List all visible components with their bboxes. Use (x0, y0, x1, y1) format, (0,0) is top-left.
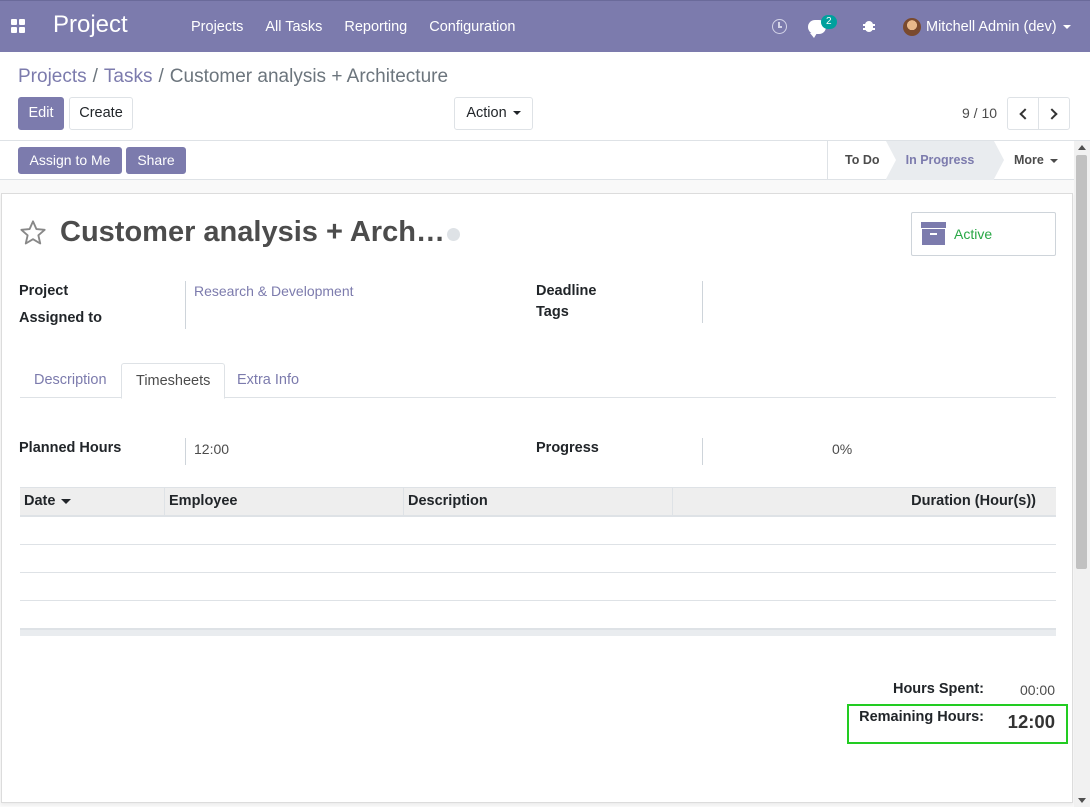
menu-all-tasks[interactable]: All Tasks (254, 1, 333, 53)
user-name: Mitchell Admin (dev) (926, 19, 1057, 35)
kanban-state-dot[interactable] (447, 228, 460, 241)
caret-down-icon (1062, 25, 1071, 30)
stage-in-progress[interactable]: In Progress (886, 141, 1004, 180)
table-row[interactable] (20, 545, 1056, 573)
table-row[interactable] (20, 601, 1056, 629)
menu-projects[interactable]: Projects (180, 1, 254, 53)
user-menu[interactable]: Mitchell Admin (dev) (926, 1, 1071, 53)
active-label: Active (954, 226, 993, 242)
sort-down-icon (61, 498, 72, 504)
progress-value: 0% (832, 441, 853, 457)
field-separator (185, 438, 186, 465)
stage-pipeline: To Do In Progress More (827, 141, 1074, 180)
breadcrumb-separator: / (92, 66, 98, 87)
debug-bug-icon[interactable] (863, 19, 875, 33)
scrollbar-thumb[interactable] (1076, 155, 1087, 569)
hours-spent-value: 00:00 (1019, 682, 1055, 698)
create-button[interactable]: Create (69, 97, 133, 130)
table-header: Date Employee Description Duration (Hour… (20, 487, 1056, 517)
table-row[interactable] (20, 517, 1056, 545)
tab-extra-info[interactable]: Extra Info (223, 363, 313, 398)
tab-timesheets[interactable]: Timesheets (121, 363, 226, 399)
chevron-right-icon (1046, 108, 1058, 120)
hours-spent-label: Hours Spent: (892, 681, 984, 697)
project-field[interactable]: Research & Development (194, 283, 354, 299)
form-sheet: Customer analysis + Arch… Active Project… (1, 193, 1073, 803)
control-panel: Projects / Tasks / Customer analysis + Archi… (0, 52, 1090, 141)
apps-menu-icon[interactable] (11, 19, 25, 33)
pager-value[interactable]: 9 / 10 (962, 105, 997, 121)
column-date[interactable]: Date (20, 488, 164, 516)
pager-next-button[interactable] (1038, 97, 1070, 130)
planned-hours-label: Planned Hours (19, 440, 122, 456)
column-employee[interactable]: Employee (164, 488, 403, 516)
scroll-down-arrow-icon[interactable] (1078, 798, 1086, 803)
planned-hours-field[interactable]: 12:00 (194, 441, 229, 457)
notebook-tabs: Description Timesheets Extra Info (20, 363, 1056, 399)
field-separator (185, 281, 186, 329)
action-label: Action (466, 105, 507, 121)
timesheet-table: Date Employee Description Duration (Hour… (20, 487, 1056, 636)
tab-description[interactable]: Description (20, 363, 121, 398)
breadcrumb: Projects / Tasks / Customer analysis + Archi… (18, 66, 448, 88)
star-icon[interactable] (19, 219, 47, 247)
field-separator (702, 438, 703, 465)
archive-icon (921, 222, 946, 245)
table-footer (20, 629, 1056, 636)
table-row[interactable] (20, 573, 1056, 601)
task-title[interactable]: Customer analysis + Arch… (60, 216, 445, 249)
breadcrumb-projects[interactable]: Projects (18, 66, 87, 87)
stage-to-do[interactable]: To Do (845, 141, 879, 180)
breadcrumb-tasks[interactable]: Tasks (104, 66, 153, 87)
action-dropdown-button[interactable]: Action (454, 97, 533, 130)
field-separator (702, 281, 703, 323)
breadcrumb-separator: / (158, 66, 164, 87)
activity-clock-icon[interactable] (772, 19, 787, 34)
chat-counter-badge: 2 (821, 15, 837, 29)
top-navbar: Project Projects All Tasks Reporting Con… (0, 0, 1090, 52)
remaining-hours-value: 12:00 (1007, 711, 1055, 732)
menu-reporting[interactable]: Reporting (333, 1, 418, 53)
edit-button[interactable]: Edit (18, 97, 64, 130)
assigned-to-label: Assigned to (19, 310, 102, 326)
column-description[interactable]: Description (403, 488, 672, 516)
breadcrumb-current: Customer analysis + Architecture (169, 66, 449, 87)
chevron-left-icon (1019, 108, 1031, 120)
caret-down-icon (1049, 158, 1058, 163)
app-brand[interactable]: Project (53, 11, 128, 39)
active-toggle-button[interactable]: Active (911, 212, 1056, 256)
stage-more-dropdown[interactable]: More (1014, 141, 1058, 180)
stage-more-label: More (1014, 153, 1044, 167)
menu-configuration[interactable]: Configuration (418, 1, 526, 53)
pager-previous-button[interactable] (1007, 97, 1039, 130)
assign-to-me-button[interactable]: Assign to Me (18, 147, 122, 174)
user-avatar[interactable] (903, 18, 921, 36)
column-date-label: Date (24, 493, 56, 509)
vertical-scrollbar[interactable] (1074, 141, 1090, 807)
main-menu: Projects All Tasks Reporting Configurati… (180, 1, 526, 53)
progress-label: Progress (536, 440, 599, 456)
tags-label: Tags (536, 304, 569, 320)
caret-down-icon (512, 111, 521, 116)
share-button[interactable]: Share (126, 147, 186, 174)
form-statusbar: Assign to Me Share To Do In Progress Mor… (0, 141, 1074, 180)
project-label: Project (19, 283, 69, 299)
column-duration[interactable]: Duration (Hour(s)) (672, 488, 1056, 516)
scroll-up-arrow-icon[interactable] (1078, 145, 1086, 150)
deadline-label: Deadline (536, 283, 597, 299)
remaining-hours-label: Remaining Hours: (859, 709, 984, 725)
